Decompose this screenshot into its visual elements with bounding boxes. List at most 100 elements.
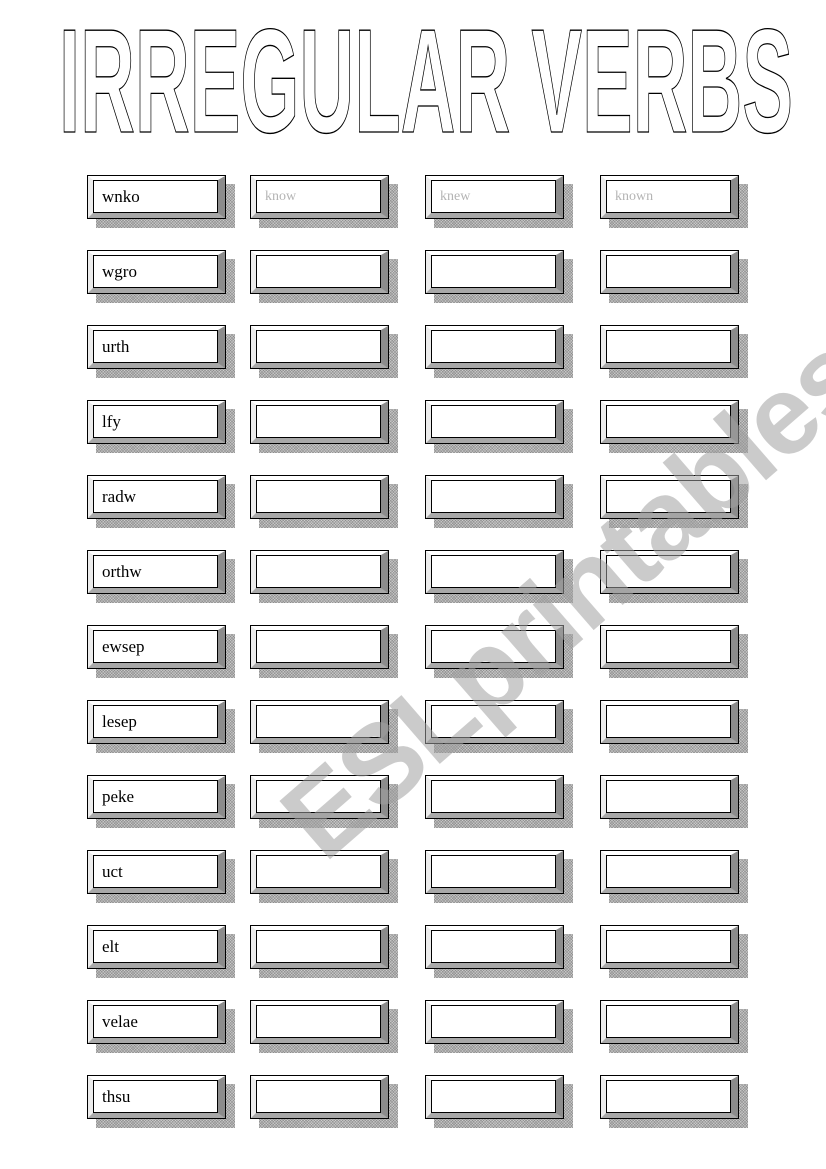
past-simple-input[interactable] [440,481,555,512]
past-simple-input[interactable] [440,856,555,887]
past-simple-input[interactable] [440,331,555,362]
answer-box-base-form[interactable] [250,325,398,378]
box-bevel [600,1000,739,1044]
past-simple-input[interactable] [440,256,555,287]
answer-box-past-participle[interactable] [600,850,748,903]
base-form-input[interactable] [265,631,380,662]
answer-box-past-participle[interactable]: known [600,175,748,228]
scrambled-word: urth [93,330,218,363]
box-face [431,630,556,663]
box-bevel: known [600,175,739,219]
answer-box-past-participle[interactable] [600,1075,748,1128]
answer-box-past-participle[interactable] [600,400,748,453]
scrambled-word-box: wnko [87,175,235,228]
answer-box-base-form[interactable] [250,625,398,678]
answer-box-past-simple[interactable] [425,925,573,978]
scrambled-word-box: velae [87,1000,235,1053]
example-answer-base-form: know [256,180,381,213]
answer-box-past-simple[interactable] [425,625,573,678]
answer-box-past-simple[interactable] [425,1000,573,1053]
answer-box-past-participle[interactable] [600,475,748,528]
answer-box-past-simple[interactable] [425,850,573,903]
past-simple-input[interactable] [440,931,555,962]
answer-box-base-form[interactable] [250,775,398,828]
past-simple-input[interactable] [440,631,555,662]
answer-box-base-form[interactable] [250,475,398,528]
answer-box-base-form[interactable] [250,400,398,453]
scrambled-word: uct [93,855,218,888]
box-bevel [425,700,564,744]
past-simple-input[interactable] [440,406,555,437]
past-participle-input[interactable] [615,1081,730,1112]
base-form-input[interactable] [265,781,380,812]
past-simple-input[interactable] [440,781,555,812]
box-face [431,1005,556,1038]
past-participle-input[interactable] [615,931,730,962]
answer-box-past-participle[interactable] [600,775,748,828]
past-participle-input[interactable] [615,481,730,512]
answer-box-past-simple[interactable] [425,775,573,828]
past-participle-input[interactable] [615,631,730,662]
answer-box-base-form[interactable] [250,250,398,303]
answer-box-base-form[interactable] [250,925,398,978]
box-bevel [600,1075,739,1119]
past-simple-input[interactable] [440,556,555,587]
base-form-input[interactable] [265,856,380,887]
base-form-input[interactable] [265,931,380,962]
base-form-input[interactable] [265,1006,380,1037]
box-face [606,780,731,813]
box-face [431,780,556,813]
answer-box-base-form[interactable] [250,700,398,753]
past-participle-input[interactable] [615,706,730,737]
box-face [606,630,731,663]
box-bevel [425,1000,564,1044]
box-bevel [600,325,739,369]
box-bevel [600,400,739,444]
past-simple-input[interactable] [440,706,555,737]
base-form-input[interactable] [265,556,380,587]
answer-box-past-participle[interactable] [600,925,748,978]
base-form-input[interactable] [265,1081,380,1112]
past-participle-input[interactable] [615,256,730,287]
box-bevel [250,550,389,594]
base-form-input[interactable] [265,256,380,287]
past-participle-input[interactable] [615,1006,730,1037]
past-participle-input[interactable] [615,406,730,437]
answer-box-past-participle[interactable] [600,700,748,753]
answer-box-base-form[interactable] [250,850,398,903]
past-participle-input[interactable] [615,856,730,887]
past-simple-input[interactable] [440,1081,555,1112]
box-face [606,855,731,888]
box-bevel [425,250,564,294]
answer-box-base-form[interactable] [250,1000,398,1053]
answer-box-past-simple[interactable] [425,325,573,378]
box-bevel: velae [87,1000,226,1044]
answer-box-base-form[interactable] [250,550,398,603]
base-form-input[interactable] [265,331,380,362]
answer-box-past-simple[interactable] [425,250,573,303]
box-face [431,555,556,588]
scrambled-word-box: urth [87,325,235,378]
answer-box-past-simple[interactable] [425,400,573,453]
answer-box-past-simple[interactable] [425,550,573,603]
answer-box-past-participle[interactable] [600,250,748,303]
answer-box-past-participle[interactable] [600,325,748,378]
answer-box-base-form[interactable]: know [250,175,398,228]
answer-box-past-participle[interactable] [600,550,748,603]
past-simple-input[interactable] [440,1006,555,1037]
answer-box-past-participle[interactable] [600,1000,748,1053]
base-form-input[interactable] [265,706,380,737]
base-form-input[interactable] [265,406,380,437]
answer-box-base-form[interactable] [250,1075,398,1128]
past-participle-input[interactable] [615,556,730,587]
past-participle-input[interactable] [615,781,730,812]
box-face [606,705,731,738]
answer-box-past-participle[interactable] [600,625,748,678]
past-participle-input[interactable] [615,331,730,362]
base-form-input[interactable] [265,481,380,512]
box-bevel [425,625,564,669]
answer-box-past-simple[interactable] [425,700,573,753]
answer-box-past-simple[interactable] [425,1075,573,1128]
answer-box-past-simple[interactable] [425,475,573,528]
answer-box-past-simple[interactable]: knew [425,175,573,228]
